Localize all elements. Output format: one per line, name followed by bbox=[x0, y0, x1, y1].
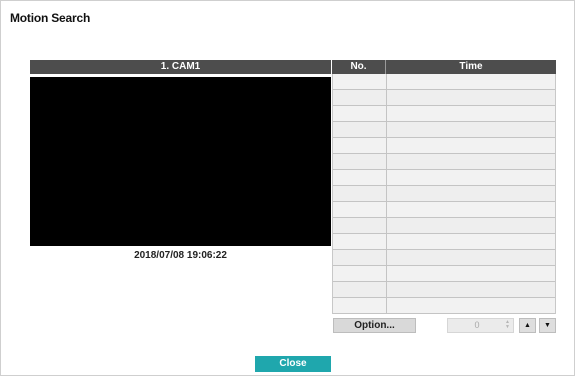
cell-time bbox=[387, 138, 555, 153]
cell-no bbox=[333, 170, 387, 185]
cell-time bbox=[387, 298, 555, 313]
column-header-no[interactable]: No. bbox=[332, 60, 386, 74]
column-header-time[interactable]: Time bbox=[386, 60, 556, 74]
cell-time bbox=[387, 266, 555, 281]
table-row[interactable] bbox=[333, 218, 555, 234]
cell-time bbox=[387, 154, 555, 169]
cell-no bbox=[333, 122, 387, 137]
spin-arrows[interactable]: ▲ ▼ bbox=[504, 320, 511, 331]
cell-time bbox=[387, 170, 555, 185]
triangle-up-icon: ▲ bbox=[524, 322, 531, 329]
table-row[interactable] bbox=[333, 266, 555, 282]
table-row[interactable] bbox=[333, 90, 555, 106]
table-body bbox=[332, 74, 556, 314]
table-row[interactable] bbox=[333, 138, 555, 154]
cell-no bbox=[333, 282, 387, 297]
cell-time bbox=[387, 122, 555, 137]
table-row[interactable] bbox=[333, 74, 555, 90]
cell-no bbox=[333, 218, 387, 233]
cell-no bbox=[333, 266, 387, 281]
option-button[interactable]: Option... bbox=[333, 318, 416, 333]
cell-no bbox=[333, 138, 387, 153]
cell-time bbox=[387, 218, 555, 233]
cell-no bbox=[333, 298, 387, 313]
camera-header: 1. CAM1 bbox=[30, 60, 331, 74]
cell-time bbox=[387, 106, 555, 121]
results-table: No. Time bbox=[332, 60, 556, 314]
table-row[interactable] bbox=[333, 298, 555, 314]
video-view[interactable] bbox=[30, 77, 331, 246]
cell-time bbox=[387, 186, 555, 201]
cell-no bbox=[333, 186, 387, 201]
cell-time bbox=[387, 234, 555, 249]
table-row[interactable] bbox=[333, 186, 555, 202]
page-spinbox[interactable]: 0 ▲ ▼ bbox=[447, 318, 514, 333]
close-button[interactable]: Close bbox=[255, 356, 331, 372]
cell-no bbox=[333, 234, 387, 249]
cell-no bbox=[333, 90, 387, 105]
cell-time bbox=[387, 74, 555, 89]
cell-no bbox=[333, 106, 387, 121]
cell-time bbox=[387, 90, 555, 105]
cell-time bbox=[387, 202, 555, 217]
cell-no bbox=[333, 202, 387, 217]
cell-time bbox=[387, 250, 555, 265]
table-row[interactable] bbox=[333, 154, 555, 170]
table-row[interactable] bbox=[333, 202, 555, 218]
cell-no bbox=[333, 250, 387, 265]
spin-down-icon[interactable]: ▼ bbox=[504, 325, 511, 330]
next-page-button[interactable]: ▼ bbox=[539, 318, 556, 333]
dialog-title: Motion Search bbox=[10, 11, 91, 25]
table-row[interactable] bbox=[333, 122, 555, 138]
table-header: No. Time bbox=[332, 60, 556, 74]
triangle-down-icon: ▼ bbox=[544, 322, 551, 329]
table-row[interactable] bbox=[333, 106, 555, 122]
table-row[interactable] bbox=[333, 234, 555, 250]
table-row[interactable] bbox=[333, 250, 555, 266]
cell-no bbox=[333, 154, 387, 169]
table-row[interactable] bbox=[333, 170, 555, 186]
motion-search-dialog: Motion Search 1. CAM1 2018/07/08 19:06:2… bbox=[0, 0, 575, 376]
video-timestamp: 2018/07/08 19:06:22 bbox=[134, 250, 227, 261]
table-row[interactable] bbox=[333, 282, 555, 298]
spin-value: 0 bbox=[474, 320, 480, 330]
prev-page-button[interactable]: ▲ bbox=[519, 318, 536, 333]
cell-time bbox=[387, 282, 555, 297]
cell-no bbox=[333, 74, 387, 89]
